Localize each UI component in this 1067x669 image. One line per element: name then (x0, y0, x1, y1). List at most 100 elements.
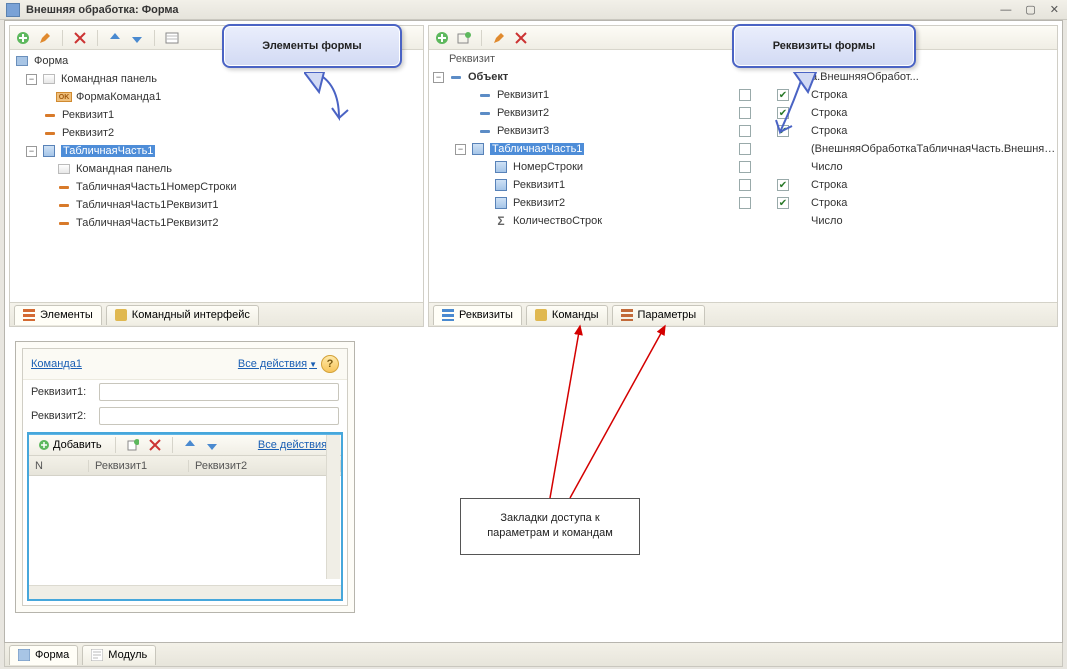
up-icon[interactable] (106, 29, 124, 47)
tree-item[interactable]: Реквизит2 (14, 124, 419, 142)
tab-label: Модуль (108, 649, 147, 661)
table-row[interactable]: Реквизит3 Строка (429, 122, 1057, 140)
cmdiface-tab-icon (115, 309, 127, 321)
elements-panel: Форма − Командная панель OK ФормаКоманда… (9, 25, 424, 327)
tab-module[interactable]: Модуль (82, 645, 156, 665)
tree-item[interactable]: Реквизит1 (14, 106, 419, 124)
copy-icon[interactable] (124, 436, 142, 454)
delete-icon[interactable] (146, 436, 164, 454)
tab-label: Команды (552, 309, 599, 321)
add-icon[interactable] (433, 29, 451, 47)
tab-form[interactable]: Форма (9, 645, 78, 665)
attrs-tab-icon (442, 309, 454, 321)
v-scrollbar[interactable] (326, 435, 340, 579)
checkbox[interactable] (739, 161, 751, 173)
form-tab-icon (18, 649, 30, 661)
module-tab-icon (91, 649, 103, 661)
delete-icon[interactable] (71, 29, 89, 47)
up-icon[interactable] (181, 436, 199, 454)
edit-icon[interactable] (490, 29, 508, 47)
tree-item[interactable]: ТабличнаяЧасть1Реквизит1 (14, 196, 419, 214)
checkbox[interactable] (777, 89, 789, 101)
callout-tabs-access: Закладки доступа к параметрам и командам (460, 498, 640, 555)
column-header[interactable]: N (29, 460, 89, 472)
table-row[interactable]: Реквизит2 Строка (429, 104, 1057, 122)
tree-item[interactable]: Командная панель (14, 160, 419, 178)
checkbox[interactable] (739, 143, 751, 155)
tree-item[interactable]: OK ФормаКоманда1 (14, 88, 419, 106)
elements-tab-icon (23, 309, 35, 321)
tree-item[interactable]: − Командная панель (14, 70, 419, 88)
tab-cmd-interface[interactable]: Командный интерфейс (106, 305, 259, 325)
delete-icon[interactable] (512, 29, 530, 47)
window-title: Внешняя обработка: Форма (26, 4, 998, 16)
max-button[interactable]: ▢ (1023, 3, 1037, 16)
properties-icon[interactable] (163, 29, 181, 47)
column-header[interactable]: Реквизит2 (189, 460, 341, 472)
tab-label: Форма (35, 649, 69, 661)
edit-icon[interactable] (36, 29, 54, 47)
tab-label: Элементы (40, 309, 93, 321)
right-tabbar: Реквизиты Команды Параметры (429, 302, 1057, 326)
field-row: Реквизит1: (23, 380, 347, 404)
tree-item[interactable]: ТабличнаяЧасть1Реквизит2 (14, 214, 419, 232)
add-button[interactable]: Добавить (33, 436, 107, 454)
app-icon (6, 3, 20, 17)
table-row[interactable]: Реквизит2 Строка (429, 194, 1057, 212)
preview-header: Команда1 Все действия▼ ? (23, 349, 347, 380)
all-actions-link[interactable]: Все действия▼ (238, 358, 317, 370)
elements-tree[interactable]: Форма − Командная панель OK ФормаКоманда… (10, 50, 423, 302)
preview-toolbar: Добавить Все действия▼ (29, 434, 341, 456)
checkbox[interactable] (739, 197, 751, 209)
close-button[interactable]: ✕ (1048, 3, 1061, 16)
field-row: Реквизит2: (23, 404, 347, 428)
command-link[interactable]: Команда1 (31, 358, 82, 370)
tree-item[interactable]: ТабличнаяЧасть1НомерСтроки (14, 178, 419, 196)
field-label: Реквизит1: (31, 386, 93, 398)
window-titlebar: Внешняя обработка: Форма — ▢ ✕ (0, 0, 1067, 20)
table-row[interactable]: −ТабличнаяЧасть1 (ВнешняяОбработкаТаблич… (429, 140, 1057, 158)
callout-elements: Элементы формы (222, 24, 402, 68)
tab-elements[interactable]: Элементы (14, 305, 102, 325)
tab-commands[interactable]: Команды (526, 305, 608, 325)
tab-parameters[interactable]: Параметры (612, 305, 706, 325)
table-row[interactable]: Реквизит1 Строка (429, 176, 1057, 194)
form-preview: Команда1 Все действия▼ ? Реквизит1: Рекв… (15, 341, 355, 613)
tree-item[interactable]: − ТабличнаяЧасть1 (14, 142, 419, 160)
table-header: N Реквизит1 Реквизит2 (29, 456, 341, 476)
table-body[interactable] (29, 476, 341, 585)
checkbox[interactable] (739, 179, 751, 191)
checkbox[interactable] (739, 89, 751, 101)
left-tabbar: Элементы Командный интерфейс (10, 302, 423, 326)
down-icon[interactable] (128, 29, 146, 47)
tab-attributes[interactable]: Реквизиты (433, 305, 522, 325)
help-button[interactable]: ? (321, 355, 339, 373)
field-label: Реквизит2: (31, 410, 93, 422)
checkbox[interactable] (777, 107, 789, 119)
h-scrollbar[interactable] (29, 585, 341, 599)
bottom-tabbar: Форма Модуль (4, 643, 1063, 667)
params-tab-icon (621, 309, 633, 321)
attributes-panel: Реквизит −Объект а.ВнешняяОбработ... Рек… (428, 25, 1058, 327)
down-icon[interactable] (203, 436, 221, 454)
column-header[interactable]: Реквизит1 (89, 460, 189, 472)
table-row[interactable]: −Объект а.ВнешняяОбработ... (429, 68, 1057, 86)
add-icon[interactable] (14, 29, 32, 47)
table-row[interactable]: Реквизит1 Строка (429, 86, 1057, 104)
add-group-icon[interactable] (455, 29, 473, 47)
min-button[interactable]: — (998, 4, 1013, 16)
tab-label: Командный интерфейс (132, 309, 250, 321)
checkbox[interactable] (739, 107, 751, 119)
cmds-tab-icon (535, 309, 547, 321)
checkbox[interactable] (777, 125, 789, 137)
callout-attributes: Реквизиты формы (732, 24, 916, 68)
checkbox[interactable] (777, 197, 789, 209)
tab-label: Параметры (638, 309, 697, 321)
checkbox[interactable] (739, 125, 751, 137)
attrs-tree[interactable]: −Объект а.ВнешняяОбработ... Реквизит1 Ст… (429, 68, 1057, 302)
rekv2-input[interactable] (99, 407, 339, 425)
rekv1-input[interactable] (99, 383, 339, 401)
checkbox[interactable] (777, 179, 789, 191)
table-row[interactable]: НомерСтроки Число (429, 158, 1057, 176)
table-row[interactable]: ΣКоличествоСтрок Число (429, 212, 1057, 230)
